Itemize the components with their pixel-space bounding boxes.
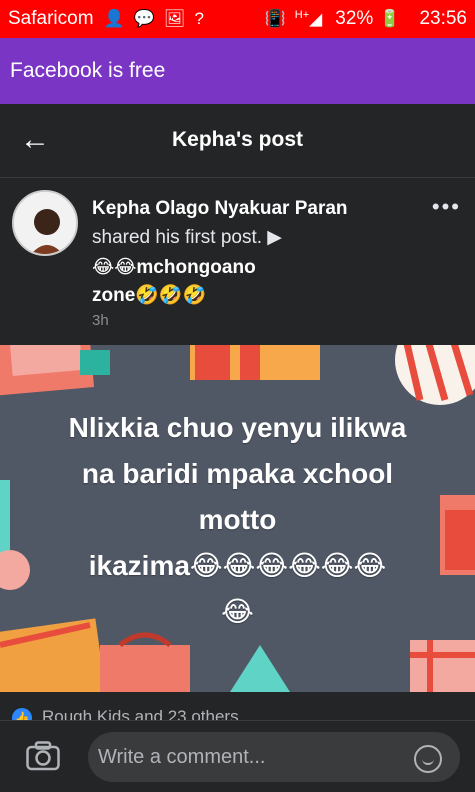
- group-tag-line-2: zone🤣🤣🤣: [92, 285, 207, 306]
- group-tag-line-1: 😂😂mchongoano: [92, 257, 256, 278]
- status-bar: Safaricom 👤 💬 🖼 ? 📳 H+◢ 32% 🔋 23:56: [0, 0, 475, 38]
- author-name[interactable]: Kepha Olago Nyakuar Paran: [92, 198, 412, 220]
- post-timestamp: 3h: [92, 312, 109, 329]
- share-action-text: shared his first post. ▶: [92, 227, 282, 248]
- reaction-summary[interactable]: 👍 Rough Kids and 23 others: [0, 692, 475, 720]
- post-author-section: Kepha Olago Nyakuar Paran shared his fir…: [0, 178, 475, 345]
- caption-line-4: ikazima😂😂😂😂😂😂: [88, 550, 387, 581]
- emoji-icon[interactable]: [414, 745, 442, 773]
- person-icon: 👤: [103, 9, 125, 28]
- promo-text: Facebook is free: [10, 59, 166, 82]
- signal-icon: H+◢: [294, 8, 323, 29]
- clock-time: 23:56: [419, 8, 467, 29]
- battery-percent: 32%: [335, 8, 374, 29]
- image-icon: 🖼: [163, 9, 186, 28]
- more-options-icon[interactable]: •••: [432, 194, 461, 220]
- vibrate-icon: 📳: [264, 9, 286, 28]
- free-facebook-banner[interactable]: Facebook is free: [0, 38, 475, 104]
- reaction-names: Rough Kids and 23 others: [42, 707, 239, 720]
- caption-line-5: 😂: [221, 596, 254, 627]
- post-image[interactable]: Nlixkia chuo yenyu ilikwa na baridi mpak…: [0, 345, 475, 692]
- comment-placeholder: Write a comment...: [98, 745, 266, 768]
- page-title: Kepha's post: [171, 128, 303, 151]
- post-caption: Nlixkia chuo yenyu ilikwa na baridi mpak…: [18, 405, 457, 635]
- comment-bar: Write a comment...: [0, 720, 475, 792]
- network-type: H+: [294, 8, 310, 21]
- caption-line-1: Nlixkia chuo yenyu ilikwa: [68, 412, 407, 443]
- no-signal-icon: ?: [194, 9, 204, 28]
- like-icon: 👍: [12, 708, 32, 720]
- post-header: ← Kepha's post: [0, 104, 475, 178]
- group-tag[interactable]: 😂😂mchongoano zone🤣🤣🤣: [92, 254, 392, 310]
- comment-input[interactable]: Write a comment...: [88, 732, 460, 782]
- carrier-name: Safaricom: [8, 8, 94, 29]
- caption-line-2: na baridi mpaka xchool: [81, 458, 394, 489]
- battery-icon: 🔋: [379, 9, 401, 28]
- chat-icon: 💬: [133, 9, 155, 28]
- caption-line-3: motto: [198, 504, 277, 535]
- camera-icon[interactable]: [26, 741, 60, 771]
- avatar[interactable]: [12, 190, 78, 256]
